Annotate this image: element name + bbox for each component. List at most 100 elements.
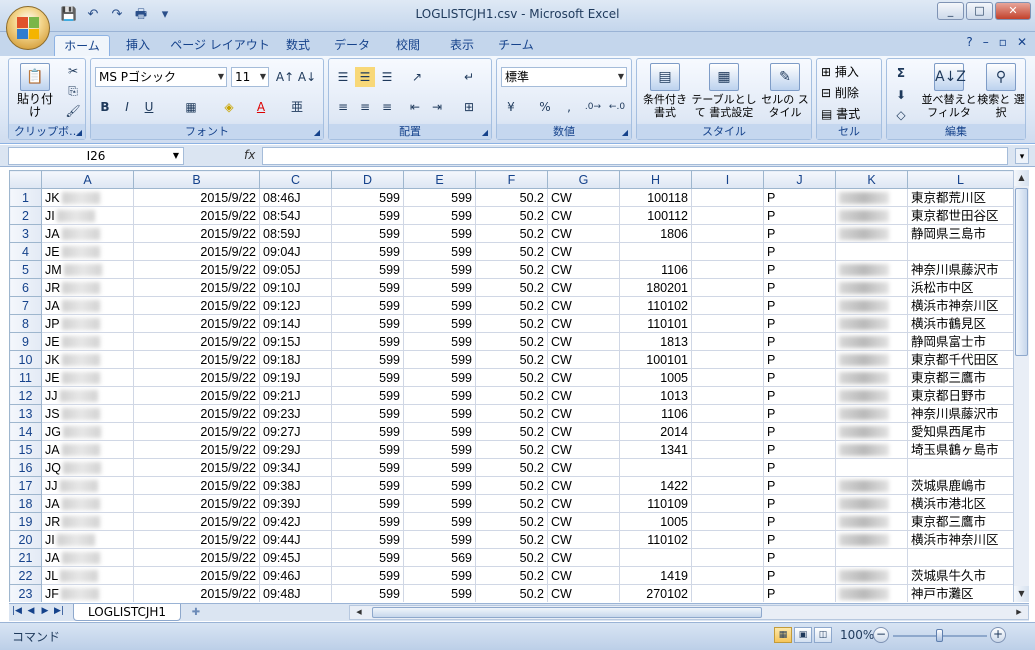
vertical-scrollbar[interactable]: ▲ ▼ xyxy=(1013,170,1029,602)
cell-l[interactable]: 埼玉県鶴ヶ島市 xyxy=(907,440,1013,459)
cell-c[interactable]: 09:21J xyxy=(259,386,332,405)
cell-k[interactable] xyxy=(835,224,908,243)
cell-g[interactable]: CW xyxy=(547,350,620,369)
cell-c[interactable]: 09:29J xyxy=(259,440,332,459)
cell-i[interactable] xyxy=(691,242,764,261)
cell-h[interactable]: 1422 xyxy=(619,476,692,495)
cell-h[interactable] xyxy=(619,458,692,477)
cell-k[interactable] xyxy=(835,368,908,387)
cell-b[interactable]: 2015/9/22 xyxy=(133,260,260,279)
cell-g[interactable]: CW xyxy=(547,530,620,549)
cell-a[interactable]: JG xyxy=(41,422,134,441)
row-header[interactable]: 7 xyxy=(9,296,42,315)
cell-g[interactable]: CW xyxy=(547,584,620,602)
worksheet-grid[interactable]: A B C D E F G H I J K L 1 JK 2015/9/22 08:4… xyxy=(9,170,1013,602)
cell-b[interactable]: 2015/9/22 xyxy=(133,512,260,531)
align-left-icon[interactable]: ≡ xyxy=(333,97,353,117)
cell-j[interactable]: P xyxy=(763,368,836,387)
cell-k[interactable] xyxy=(835,512,908,531)
cell-a[interactable]: JK xyxy=(41,350,134,369)
cell-c[interactable]: 09:18J xyxy=(259,350,332,369)
cell-a[interactable]: JA xyxy=(41,440,134,459)
cell-d[interactable]: 599 xyxy=(331,548,404,567)
find-select-button[interactable]: ⚲ 検索と 選択 xyxy=(977,63,1025,119)
cell-c[interactable]: 09:19J xyxy=(259,368,332,387)
cell-h[interactable]: 1106 xyxy=(619,404,692,423)
cell-e[interactable]: 599 xyxy=(403,206,476,225)
formula-input[interactable] xyxy=(262,147,1008,165)
office-button[interactable] xyxy=(6,6,50,50)
tab-formulas[interactable]: 数式 xyxy=(276,35,320,56)
first-sheet-icon[interactable]: |◀ xyxy=(11,606,23,616)
cell-e[interactable]: 599 xyxy=(403,224,476,243)
cell-g[interactable]: CW xyxy=(547,512,620,531)
cell-d[interactable]: 599 xyxy=(331,242,404,261)
row-header[interactable]: 1 xyxy=(9,188,42,207)
horizontal-scrollbar[interactable]: ◀ ▶ xyxy=(349,605,1029,620)
cell-k[interactable] xyxy=(835,494,908,513)
decrease-decimal-icon[interactable]: ←.0 xyxy=(607,97,627,117)
column-header-j[interactable]: J xyxy=(763,170,836,189)
cell-h[interactable]: 2014 xyxy=(619,422,692,441)
cell-a[interactable]: JE xyxy=(41,332,134,351)
cell-e[interactable]: 599 xyxy=(403,368,476,387)
cell-e[interactable]: 599 xyxy=(403,386,476,405)
cell-i[interactable] xyxy=(691,188,764,207)
copy-icon[interactable]: ⎘ xyxy=(63,81,83,101)
cell-d[interactable]: 599 xyxy=(331,458,404,477)
phonetic-icon[interactable]: 亜 xyxy=(287,97,307,117)
italic-icon[interactable]: I xyxy=(117,97,137,117)
cell-j[interactable]: P xyxy=(763,404,836,423)
cell-k[interactable] xyxy=(835,458,908,477)
cell-f[interactable]: 50.2 xyxy=(475,188,548,207)
cell-a[interactable]: JA xyxy=(41,224,134,243)
align-top-icon[interactable]: ☰ xyxy=(333,67,353,87)
bold-icon[interactable]: B xyxy=(95,97,115,117)
cell-c[interactable]: 09:15J xyxy=(259,332,332,351)
row-header[interactable]: 10 xyxy=(9,350,42,369)
cell-a[interactable]: JP xyxy=(41,314,134,333)
cell-l[interactable]: 横浜市港北区 xyxy=(907,494,1013,513)
row-header[interactable]: 19 xyxy=(9,512,42,531)
align-bottom-icon[interactable]: ☰ xyxy=(377,67,397,87)
cell-g[interactable]: CW xyxy=(547,314,620,333)
cell-b[interactable]: 2015/9/22 xyxy=(133,188,260,207)
cell-j[interactable]: P xyxy=(763,188,836,207)
increase-indent-icon[interactable]: ⇥ xyxy=(427,97,447,117)
cell-k[interactable] xyxy=(835,584,908,602)
cell-f[interactable]: 50.2 xyxy=(475,224,548,243)
cell-d[interactable]: 599 xyxy=(331,260,404,279)
cell-j[interactable]: P xyxy=(763,476,836,495)
column-header-i[interactable]: I xyxy=(691,170,764,189)
cell-l[interactable]: 東京都日野市 xyxy=(907,386,1013,405)
help-icon[interactable]: ? xyxy=(966,35,972,49)
cell-l[interactable]: 静岡県三島市 xyxy=(907,224,1013,243)
cell-a[interactable]: JJ xyxy=(41,476,134,495)
zoom-in-button[interactable]: + xyxy=(990,627,1006,643)
cell-a[interactable]: JM xyxy=(41,260,134,279)
cell-d[interactable]: 599 xyxy=(331,476,404,495)
increase-decimal-icon[interactable]: .0→ xyxy=(583,97,603,117)
cell-l[interactable]: 横浜市神奈川区 xyxy=(907,530,1013,549)
row-header[interactable]: 22 xyxy=(9,566,42,585)
cell-e[interactable]: 599 xyxy=(403,404,476,423)
cell-j[interactable]: P xyxy=(763,332,836,351)
cell-i[interactable] xyxy=(691,512,764,531)
cell-h[interactable] xyxy=(619,548,692,567)
cell-i[interactable] xyxy=(691,584,764,602)
next-sheet-icon[interactable]: ▶ xyxy=(39,606,51,616)
cell-c[interactable]: 09:10J xyxy=(259,278,332,297)
percent-button[interactable]: % xyxy=(535,97,555,117)
cell-g[interactable]: CW xyxy=(547,548,620,567)
minimize-button[interactable]: _ xyxy=(937,2,964,20)
cell-b[interactable]: 2015/9/22 xyxy=(133,530,260,549)
cell-d[interactable]: 599 xyxy=(331,224,404,243)
cell-a[interactable]: JA xyxy=(41,548,134,567)
cell-k[interactable] xyxy=(835,350,908,369)
cell-k[interactable] xyxy=(835,314,908,333)
cell-styles-button[interactable]: ✎ セルの スタイル xyxy=(759,63,811,119)
dialog-launcher-icon[interactable]: ◢ xyxy=(314,128,320,137)
cell-g[interactable]: CW xyxy=(547,278,620,297)
cell-f[interactable]: 50.2 xyxy=(475,386,548,405)
cell-d[interactable]: 599 xyxy=(331,188,404,207)
